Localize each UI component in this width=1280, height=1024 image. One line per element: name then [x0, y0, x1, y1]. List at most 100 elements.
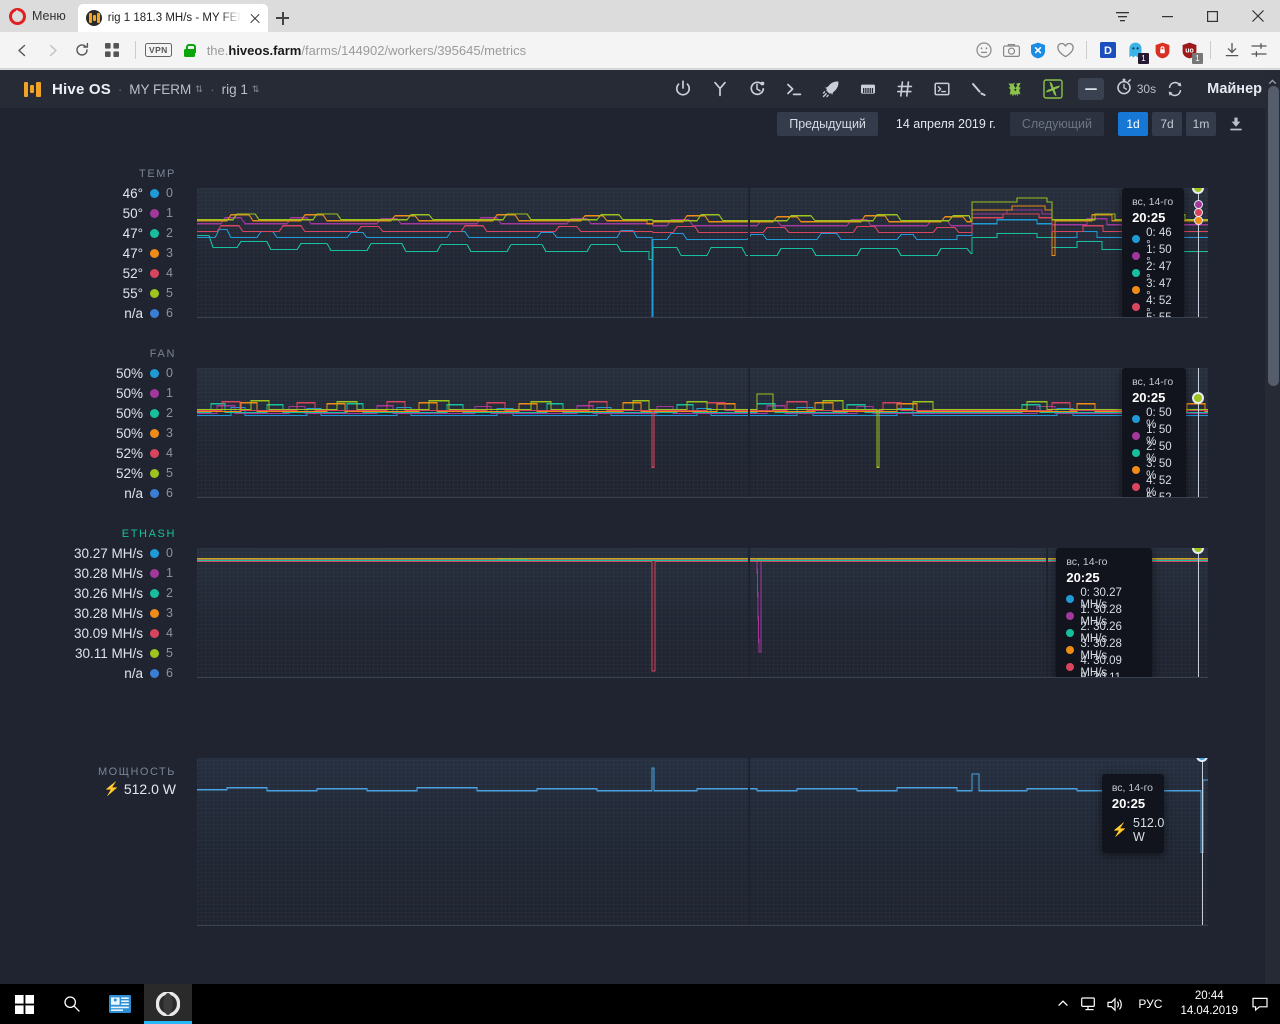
minus-icon[interactable] — [1077, 78, 1104, 100]
series-color-dot — [150, 648, 159, 658]
temp-chart-plot[interactable]: вс, 14-го 20:25 0: 46 ° 1: 50 ° 2: 47 ° … — [197, 188, 1208, 318]
opera-icon[interactable] — [144, 984, 192, 1024]
legend-row: n/a 6 — [0, 663, 176, 683]
scroll-up-arrow-icon[interactable] — [1268, 74, 1277, 85]
easy-setup-icon[interactable] — [1246, 37, 1272, 63]
miner-label[interactable]: Майнер — [1207, 81, 1262, 97]
breadcrumb-separator: · — [210, 81, 215, 97]
reload-icon[interactable] — [68, 36, 96, 64]
temp-tooltip: вс, 14-го 20:25 0: 46 ° 1: 50 ° 2: 47 ° … — [1122, 188, 1185, 317]
fan-value-6: n/a — [124, 485, 143, 501]
ethash-tooltip: вс, 14-го 20:25 0: 30.27 MH/s 1: 30.28 M… — [1056, 548, 1153, 677]
browser-tab[interactable]: rig 1 181.3 MH/s - MY FERM — [77, 4, 268, 32]
gpu-index: 5 — [166, 646, 173, 660]
task-view-icon[interactable] — [96, 984, 144, 1024]
date-range-bar: Предыдущий 14 апреля 2019 г. Следующий 1… — [0, 108, 1280, 140]
reboot-clock-icon[interactable] — [739, 70, 776, 108]
crosshair-marker — [1193, 216, 1203, 225]
heart-icon[interactable] — [1052, 37, 1078, 63]
temp-value-6: n/a — [124, 305, 143, 321]
series-color-dot — [150, 288, 159, 298]
download-csv-icon[interactable] — [1222, 112, 1250, 136]
fan-chart-plot[interactable]: вс, 14-го 20:25 0: 50 % 1: 50 % 2: 50 % … — [197, 368, 1208, 498]
prev-day-button[interactable]: Предыдущий — [777, 112, 878, 136]
emoji-icon[interactable] — [971, 37, 997, 63]
temp-crosshair — [1192, 188, 1205, 317]
clock[interactable]: 20:44 14.04.2019 — [1172, 989, 1246, 1019]
miner-cat-icon[interactable] — [998, 70, 1035, 108]
range-1m[interactable]: 1m — [1186, 112, 1216, 136]
fan-tooltip: вс, 14-го 20:25 0: 50 % 1: 50 % 2: 50 % … — [1122, 368, 1187, 497]
lock-icon[interactable] — [183, 43, 197, 57]
red-shield-icon[interactable] — [1149, 37, 1175, 63]
chart-gap-divider — [747, 758, 750, 925]
shell-prompt-icon[interactable] — [776, 70, 813, 108]
maximize-button[interactable] — [1190, 0, 1235, 32]
temp-value-0: 46° — [122, 185, 143, 201]
metric-block-temp: TEMP 46° 0 50° 1 47° 2 47° 3 52° 4 55° 5 n/a 6 — [0, 166, 1265, 321]
ethash-chart-plot[interactable]: вс, 14-го 20:25 0: 30.27 MH/s 1: 30.28 M… — [197, 548, 1208, 678]
adblock-shield-icon[interactable] — [1025, 37, 1051, 63]
legend-row: 50% 1 — [0, 383, 176, 403]
ethash-value-5: 30.11 MH/s — [74, 645, 143, 661]
notification-icon[interactable] — [1246, 984, 1274, 1024]
tab-close-icon[interactable] — [247, 10, 263, 26]
download-icon[interactable] — [1219, 37, 1245, 63]
toolbar-divider — [135, 41, 136, 59]
fan-chart-svg — [197, 393, 1208, 468]
fork-branch-icon[interactable] — [702, 70, 739, 108]
refresh-icon[interactable] — [1156, 70, 1193, 108]
gpu-index: 2 — [166, 226, 173, 240]
series-color-dot — [150, 628, 159, 638]
window-close-button[interactable] — [1235, 0, 1280, 32]
tooltip-time: 20:25 — [1066, 570, 1100, 585]
console-icon[interactable] — [924, 70, 961, 108]
start-button[interactable] — [0, 984, 48, 1024]
ublock-origin-icon[interactable]: uo 1 — [1176, 37, 1203, 64]
page-scrollbar[interactable] — [1265, 70, 1280, 984]
opera-menu-button[interactable]: Меню — [0, 0, 78, 32]
series-color-dot — [1132, 268, 1141, 277]
power-chart-plot[interactable]: вс, 14-го 20:25 ⚡ 512.0 W — [197, 758, 1208, 926]
worker-selector[interactable]: rig 1 ⇅ — [222, 82, 260, 97]
temp-value-5: 55° — [122, 285, 143, 301]
legend-row: 52° 4 — [0, 263, 176, 283]
ghostery-icon[interactable]: 1 — [1122, 37, 1149, 64]
dashlane-icon[interactable]: D — [1095, 37, 1121, 63]
back-arrow-icon[interactable] — [8, 36, 36, 64]
address-bar[interactable]: the.hiveos.farm/farms/144902/workers/395… — [197, 43, 969, 58]
legend-row: 30.28 MH/s 1 — [0, 563, 176, 583]
power-legend: МОЩНОСТЬ ⚡ 512.0 W — [0, 766, 196, 797]
series-color-dot — [1132, 251, 1141, 260]
window-menu-icon[interactable] — [1100, 0, 1145, 32]
power-icon[interactable] — [665, 70, 702, 108]
hammer-icon[interactable] — [961, 70, 998, 108]
range-1d[interactable]: 1d — [1118, 112, 1148, 136]
camera-snapshot-icon[interactable] — [998, 37, 1024, 63]
legend-row: 50% 2 — [0, 403, 176, 423]
power-crosshair — [1196, 758, 1208, 925]
rocket-icon[interactable] — [813, 70, 850, 108]
next-day-button[interactable]: Следующий — [1009, 112, 1104, 136]
hiveos-brand[interactable]: Hive OS — [22, 79, 111, 100]
autorefresh-control[interactable]: 30s — [1116, 78, 1156, 100]
forward-arrow-icon[interactable] — [38, 36, 66, 64]
series-color-dot — [150, 428, 159, 438]
series-color-dot — [1132, 234, 1141, 243]
hashtag-icon[interactable] — [887, 70, 924, 108]
search-icon[interactable] — [48, 984, 96, 1024]
lan-port-icon[interactable] — [850, 70, 887, 108]
grid-tiles-icon[interactable] — [98, 36, 126, 64]
windows-taskbar: РУС 20:44 14.04.2019 — [0, 984, 1280, 1024]
volume-icon[interactable] — [1102, 984, 1128, 1024]
network-icon[interactable] — [1076, 984, 1102, 1024]
scrollbar-thumb[interactable] — [1268, 86, 1279, 386]
language-indicator[interactable]: РУС — [1128, 997, 1172, 1011]
minimize-button[interactable] — [1145, 0, 1190, 32]
fan-icon[interactable] — [1035, 70, 1072, 108]
range-7d[interactable]: 7d — [1152, 112, 1182, 136]
chevron-up-icon[interactable] — [1050, 984, 1076, 1024]
vpn-badge[interactable]: VPN — [145, 43, 172, 57]
farm-selector[interactable]: MY FERM ⇅ — [129, 82, 203, 97]
new-tab-button[interactable] — [268, 4, 298, 32]
